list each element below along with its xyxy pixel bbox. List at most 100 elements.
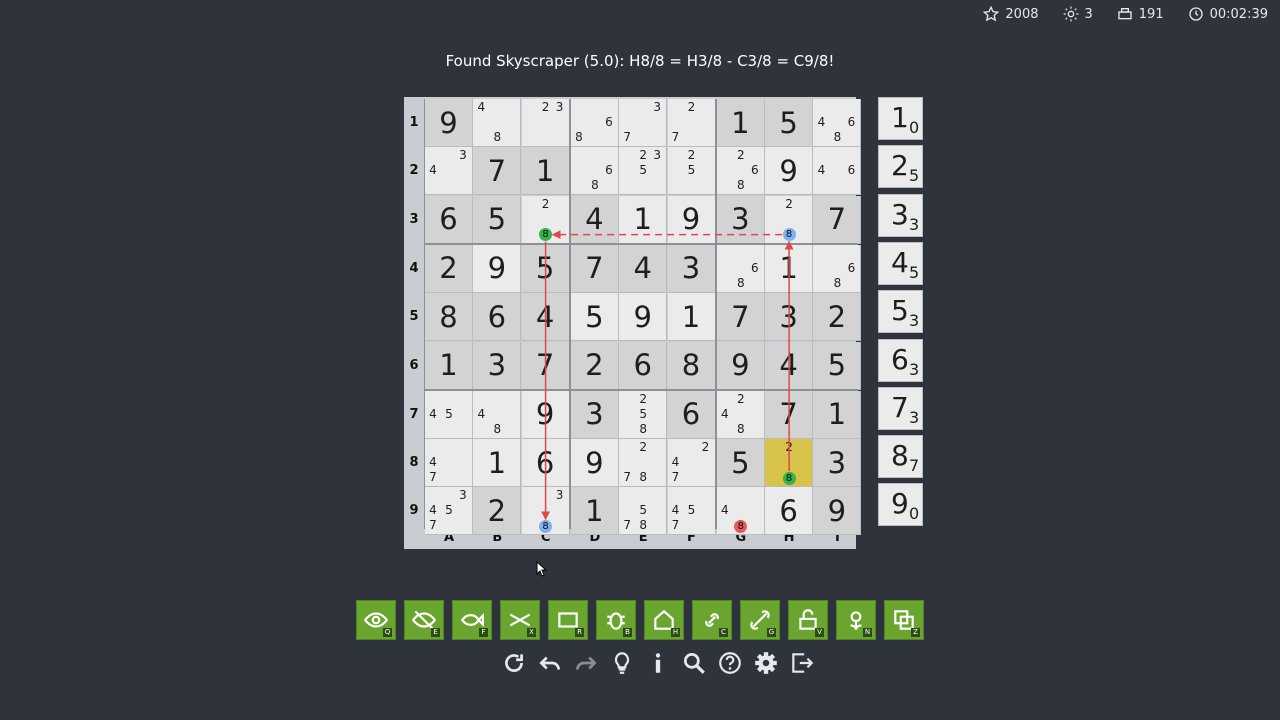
- cell-e5[interactable]: 9: [619, 293, 668, 342]
- cell-e1[interactable]: 37: [619, 99, 668, 147]
- cell-d9[interactable]: 1: [570, 487, 619, 536]
- eye-slash-tool-button[interactable]: E: [404, 600, 444, 640]
- group-chain-tool-button[interactable]: G: [740, 600, 780, 640]
- redo-button[interactable]: [572, 648, 600, 678]
- cell-g8[interactable]: 5: [716, 439, 765, 488]
- cell-i9[interactable]: 9: [813, 487, 862, 536]
- cell-h1[interactable]: 5: [765, 99, 814, 147]
- cell-b9[interactable]: 2: [473, 487, 522, 536]
- cell-b1[interactable]: 48: [473, 99, 522, 147]
- cell-d5[interactable]: 5: [570, 293, 619, 342]
- restart-button[interactable]: [500, 648, 528, 678]
- cell-a6[interactable]: 1: [425, 341, 473, 390]
- house-tool-button[interactable]: H: [644, 600, 684, 640]
- cell-h6[interactable]: 4: [765, 341, 814, 390]
- cell-d7[interactable]: 3: [570, 390, 619, 439]
- cell-e6[interactable]: 6: [619, 341, 668, 390]
- cell-b7[interactable]: 48: [473, 390, 522, 439]
- cell-a7[interactable]: 45: [425, 390, 473, 439]
- cell-e2[interactable]: 235: [619, 147, 668, 196]
- info-button[interactable]: [644, 648, 672, 678]
- cell-f1[interactable]: 27: [667, 99, 716, 147]
- search-button[interactable]: [680, 648, 708, 678]
- number-button-8[interactable]: 87: [878, 435, 923, 479]
- number-button-2[interactable]: 25: [878, 145, 923, 189]
- number-button-3[interactable]: 33: [878, 193, 923, 237]
- cell-d1[interactable]: 68: [570, 99, 619, 147]
- cell-e9[interactable]: 578: [619, 487, 668, 536]
- cell-c4[interactable]: 5: [521, 244, 570, 293]
- unlock-tool-button[interactable]: V: [788, 600, 828, 640]
- cell-g7[interactable]: 248: [716, 390, 765, 439]
- cell-f4[interactable]: 3: [667, 244, 716, 293]
- cell-f9[interactable]: 457: [667, 487, 716, 536]
- cell-d4[interactable]: 7: [570, 244, 619, 293]
- number-button-5[interactable]: 53: [878, 290, 923, 334]
- cell-b4[interactable]: 9: [473, 244, 522, 293]
- cell-a3[interactable]: 6: [425, 195, 473, 244]
- cell-d8[interactable]: 9: [570, 439, 619, 488]
- cell-f7[interactable]: 6: [667, 390, 716, 439]
- cell-g2[interactable]: 268: [716, 147, 765, 196]
- cell-e4[interactable]: 4: [619, 244, 668, 293]
- cell-b5[interactable]: 6: [473, 293, 522, 342]
- cell-c5[interactable]: 4: [521, 293, 570, 342]
- cell-e8[interactable]: 278: [619, 439, 668, 488]
- help-button[interactable]: [716, 648, 744, 678]
- number-button-4[interactable]: 45: [878, 241, 923, 285]
- cell-a5[interactable]: 8: [425, 293, 473, 342]
- cell-a2[interactable]: 43: [425, 147, 473, 196]
- cell-g1[interactable]: 1: [716, 99, 765, 147]
- exit-button[interactable]: [788, 648, 816, 678]
- number-button-6[interactable]: 63: [878, 338, 923, 382]
- eye-tool-button[interactable]: Q: [356, 600, 396, 640]
- cell-f3[interactable]: 9: [667, 195, 716, 244]
- cell-g6[interactable]: 9: [716, 341, 765, 390]
- cell-c2[interactable]: 1: [521, 147, 570, 196]
- cell-d6[interactable]: 2: [570, 341, 619, 390]
- flower-tool-button[interactable]: N: [836, 600, 876, 640]
- cell-d3[interactable]: 4: [570, 195, 619, 244]
- cell-c6[interactable]: 7: [521, 341, 570, 390]
- cell-f6[interactable]: 8: [667, 341, 716, 390]
- number-button-9[interactable]: 90: [878, 483, 923, 527]
- cell-h9[interactable]: 6: [765, 487, 814, 536]
- cell-i6[interactable]: 5: [813, 341, 862, 390]
- cell-c7[interactable]: 9: [521, 390, 570, 439]
- cell-f5[interactable]: 1: [667, 293, 716, 342]
- cell-i1[interactable]: 4 68: [813, 99, 862, 147]
- cell-f2[interactable]: 25: [667, 147, 716, 196]
- cell-g5[interactable]: 7: [716, 293, 765, 342]
- cell-d2[interactable]: 68: [570, 147, 619, 196]
- settings-button[interactable]: [752, 648, 780, 678]
- number-button-7[interactable]: 73: [878, 386, 923, 430]
- copy-tool-button[interactable]: Z: [884, 600, 924, 640]
- rectangle-tool-button[interactable]: R: [548, 600, 588, 640]
- number-button-1[interactable]: 10: [878, 97, 923, 140]
- x-wing-tool-button[interactable]: X: [500, 600, 540, 640]
- cell-a4[interactable]: 2: [425, 244, 473, 293]
- cell-i8[interactable]: 3: [813, 439, 862, 488]
- chain-tool-button[interactable]: C: [692, 600, 732, 640]
- cell-h2[interactable]: 9: [765, 147, 814, 196]
- cell-i4[interactable]: 68: [813, 244, 862, 293]
- cell-i5[interactable]: 2: [813, 293, 862, 342]
- cell-b3[interactable]: 5: [473, 195, 522, 244]
- cell-b2[interactable]: 7: [473, 147, 522, 196]
- cell-i7[interactable]: 1: [813, 390, 862, 439]
- cell-g4[interactable]: 68: [716, 244, 765, 293]
- bug-tool-button[interactable]: B: [596, 600, 636, 640]
- cell-c8[interactable]: 6: [521, 439, 570, 488]
- cell-h4[interactable]: 1: [765, 244, 814, 293]
- cell-i2[interactable]: 46: [813, 147, 862, 196]
- fish-tool-button[interactable]: F: [452, 600, 492, 640]
- cell-h5[interactable]: 3: [765, 293, 814, 342]
- cell-a1[interactable]: 9: [425, 99, 473, 147]
- cell-e3[interactable]: 1: [619, 195, 668, 244]
- cell-i3[interactable]: 7: [813, 195, 862, 244]
- cell-a8[interactable]: 47: [425, 439, 473, 488]
- cell-f8[interactable]: 2 47: [667, 439, 716, 488]
- cell-g3[interactable]: 3: [716, 195, 765, 244]
- cell-h7[interactable]: 7: [765, 390, 814, 439]
- cell-b6[interactable]: 3: [473, 341, 522, 390]
